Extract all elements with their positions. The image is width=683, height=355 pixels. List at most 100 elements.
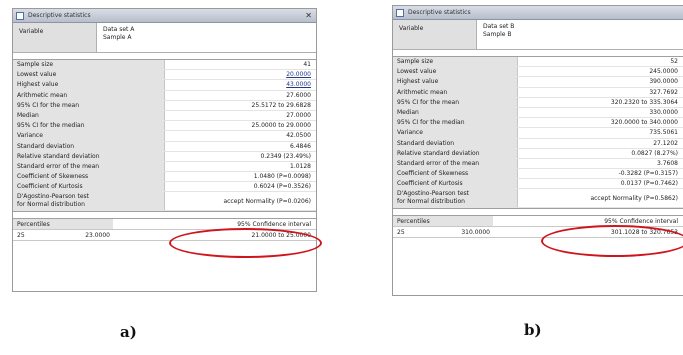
stat-value: 390.0000 — [649, 78, 678, 86]
stat-value: 6.4846 — [290, 142, 311, 150]
stat-label-text: 95% CI for the median — [397, 119, 465, 127]
stat-row: Median 27.0000 — [13, 110, 316, 122]
stat-row: 95% CI for the mean 25.5172 to 29.6828 — [13, 100, 316, 111]
stat-label-text: Median — [17, 112, 39, 120]
stat-label: Arithmetic mean — [393, 87, 518, 97]
stat-value: 320.2320 to 335.3064 — [610, 98, 678, 106]
window-title-b: Descriptive statistics — [408, 9, 471, 16]
stat-label-text: Variance — [17, 132, 43, 140]
stat-value-link[interactable]: 20.0000 — [165, 71, 317, 78]
stat-label-text: Relative standard deviation — [397, 149, 480, 157]
stat-label: 95% CI for the median — [393, 118, 518, 128]
stat-value: accept Normality (P=0.0206) — [223, 197, 311, 205]
stat-label: Coefficient of Kurtosis — [13, 182, 165, 192]
stat-row: Highest value 43.0000 — [13, 80, 317, 91]
stat-label-text: Highest value — [17, 81, 59, 89]
stat-value: 245.0000 — [649, 68, 678, 76]
stat-row: Coefficient of Skewness 1.0480 (P=0.0098) — [13, 172, 316, 183]
window-app-icon — [16, 11, 24, 20]
stat-value: 25.5172 to 29.6828 — [251, 101, 311, 109]
statistics-table-a: Sample size 41 Lowest value 20.0000 Highest … — [13, 59, 317, 213]
percentiles-header-a: Percentiles — [13, 219, 113, 230]
variable-value-b-2: Sample B — [483, 31, 512, 38]
stat-label-text: Median — [397, 109, 419, 117]
stat-row: Coefficient of Kurtosis 0.6024 (P=0.3526) — [13, 182, 316, 193]
stat-label: D'Agostino-Pearson test for Normal distri… — [393, 189, 518, 208]
stat-row: Sample size 52 — [393, 57, 683, 68]
stat-row: 95% CI for the mean 320.2320 to 335.3064 — [393, 97, 683, 108]
variable-box-a: Variable Data set A Sample A — [13, 23, 316, 53]
stat-value: 27.0000 — [286, 112, 311, 120]
stat-label: Variance — [393, 128, 518, 138]
stat-value: 320.0000 to 340.0000 — [610, 119, 678, 127]
stat-value: 42.0500 — [286, 132, 311, 140]
stat-row: Lowest value 245.0000 — [393, 67, 683, 78]
close-icon[interactable]: ✕ — [305, 11, 312, 20]
stat-row: 95% CI for the median 320.0000 to 340.000… — [393, 118, 683, 129]
window-titlebar-a[interactable]: Descriptive statistics ✕ — [13, 9, 316, 23]
stat-label: Standard error of the mean — [393, 158, 518, 169]
stat-label-text: Sample size — [397, 58, 434, 66]
stat-label-text: Arithmetic mean — [397, 88, 448, 96]
stat-row: Relative standard deviation 0.2349 (23.49… — [13, 151, 316, 162]
stat-value: 0.0137 (P=0.7462) — [620, 180, 678, 188]
stat-value: 52 — [670, 58, 678, 66]
stat-row: Arithmetic mean 27.6000 — [13, 90, 316, 101]
stat-value: 25.0000 to 29.0000 — [251, 122, 311, 130]
stat-label: D'Agostino-Pearson test for Normal distri… — [13, 192, 165, 211]
stat-label: 95% CI for the mean — [13, 100, 165, 110]
stat-label-text: Highest value — [397, 78, 439, 86]
stat-label-text: Standard deviation — [17, 142, 75, 150]
stat-row: Standard error of the mean 1.0128 — [13, 161, 316, 173]
stat-value-link[interactable]: 43.0000 — [165, 81, 317, 88]
stat-label-text: Variance — [397, 129, 423, 137]
stat-row: Lowest value 20.0000 — [13, 70, 317, 81]
stat-label-text: Relative standard deviation — [17, 152, 100, 160]
stat-label: 95% CI for the median — [13, 121, 165, 131]
stat-row: Coefficient of Skewness -0.3282 (P=0.3157… — [393, 169, 683, 180]
stat-label-text: 95% CI for the mean — [17, 101, 80, 109]
window-app-icon — [396, 8, 404, 17]
stat-label-text-line2: for Normal distribution — [17, 201, 85, 209]
caption-b: b) — [524, 321, 542, 339]
stat-label: Coefficient of Skewness — [13, 172, 165, 182]
stat-value: 27.6000 — [286, 91, 311, 99]
stat-row: Standard error of the mean 3.7608 — [393, 158, 683, 170]
stat-value: 735.5061 — [649, 129, 678, 137]
stat-label: Variance — [13, 131, 165, 141]
stat-label-text: Lowest value — [17, 71, 57, 79]
stat-label-text: 95% CI for the median — [17, 122, 85, 130]
stat-label: Lowest value — [13, 70, 165, 80]
stat-label: 95% CI for the mean — [393, 97, 518, 107]
stat-row: Median 330.0000 — [393, 107, 683, 119]
stat-label-text: D'Agostino-Pearson test — [17, 193, 90, 201]
confidence-interval-header-a: 95% Confidence interval — [237, 220, 311, 228]
stat-label: Standard deviation — [393, 138, 518, 148]
stat-value: 1.0128 — [290, 162, 311, 170]
variable-value-b-1: Data set B — [483, 23, 515, 30]
stat-label: Highest value — [13, 80, 165, 90]
stat-label: Median — [393, 107, 518, 118]
variable-label-a: Variable — [13, 23, 97, 52]
stat-label: Sample size — [393, 57, 518, 67]
window-title-a: Descriptive statistics — [28, 12, 91, 19]
stat-value: 330.0000 — [649, 109, 678, 117]
stat-label: Sample size — [13, 60, 165, 70]
stat-value: -0.3282 (P=0.3157) — [618, 170, 678, 178]
stat-label: Arithmetic mean — [13, 90, 165, 100]
stat-row: Standard deviation 27.1202 — [393, 138, 683, 149]
stat-label: Relative standard deviation — [13, 151, 165, 161]
percentile-p-a: 25 — [17, 231, 25, 239]
stat-label-text: 95% CI for the mean — [397, 98, 460, 106]
stat-row: Highest value 390.0000 — [393, 77, 683, 88]
stat-row: Sample size 41 — [13, 60, 316, 71]
stat-value: 41 — [303, 61, 311, 69]
stat-value: 0.0827 (8.27%) — [631, 149, 678, 157]
percentile-p-b: 25 — [397, 228, 405, 236]
normality-highlight-oval-a — [169, 228, 322, 258]
confidence-interval-header-b: 95% Confidence interval — [604, 217, 678, 225]
window-titlebar-b[interactable]: Descriptive statistics — [393, 6, 683, 20]
stat-label: Coefficient of Skewness — [393, 169, 518, 179]
stat-row: Coefficient of Kurtosis 0.0137 (P=0.7462) — [393, 179, 683, 190]
normality-highlight-oval-b — [541, 225, 683, 257]
